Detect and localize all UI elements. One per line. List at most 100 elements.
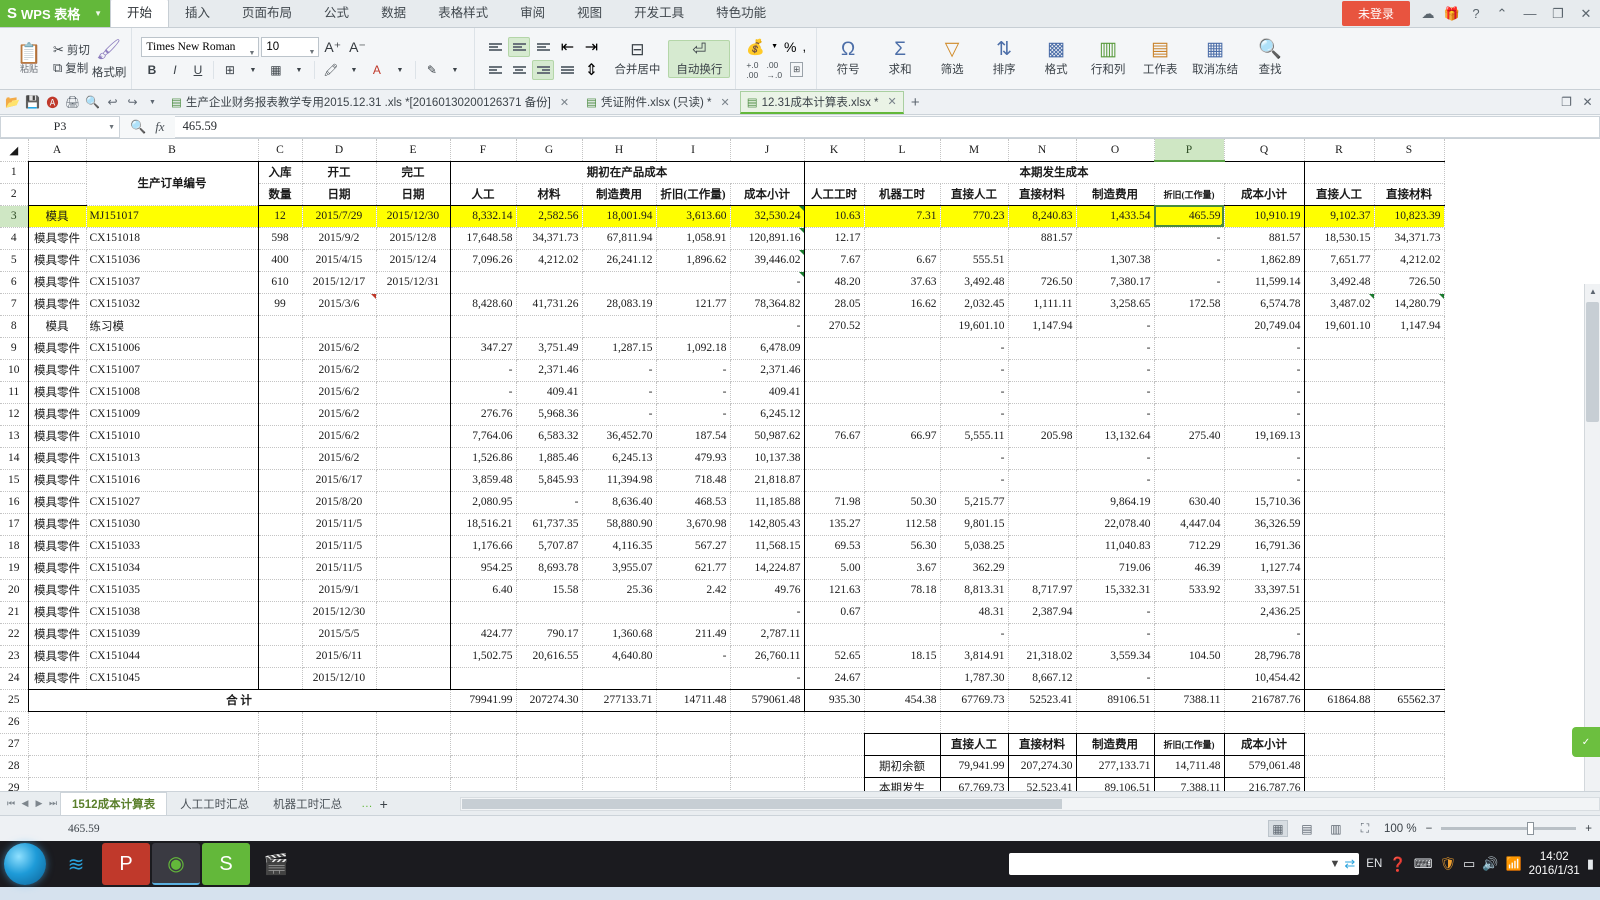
cell-R29[interactable] (1304, 777, 1375, 791)
cell-P6[interactable]: - (1154, 271, 1225, 294)
cell-C28[interactable] (258, 755, 303, 778)
highlight-icon[interactable]: ✎ (421, 60, 442, 80)
cell-G2[interactable]: 材料 (516, 183, 583, 206)
cell-C13[interactable] (258, 425, 303, 448)
summary-cell-1-3[interactable]: 7,388.11 (1153, 776, 1225, 791)
cell-C17[interactable] (258, 513, 303, 536)
cell-Q2[interactable]: 成本小计 (1224, 183, 1305, 206)
cell-F27[interactable] (450, 733, 517, 756)
cell-O6[interactable]: 7,380.17 (1076, 271, 1155, 294)
cell-J6[interactable]: - (730, 271, 805, 294)
cell-B21[interactable]: CX151038 (86, 601, 259, 624)
cell-I15[interactable]: 718.48 (656, 469, 731, 492)
cell-P17[interactable]: 4,447.04 (1154, 513, 1225, 536)
cell-B8[interactable]: 练习模 (86, 315, 259, 338)
cell-A26[interactable] (28, 711, 87, 734)
zoom-slider-knob[interactable] (1527, 822, 1535, 835)
menu-tab-features[interactable]: 特色功能 (700, 0, 782, 27)
cell-B20[interactable]: CX151035 (86, 579, 259, 602)
cell-H9[interactable]: 1,287.15 (582, 337, 657, 360)
cell-S23[interactable] (1374, 645, 1445, 668)
cell-K8[interactable]: 270.52 (804, 315, 865, 338)
table-row[interactable]: 9 模具零件 CX151006 2015/6/2 347.27 3,751.49 1,287… (0, 337, 1445, 360)
cell-N21[interactable]: 2,387.94 (1008, 601, 1077, 624)
cell-R8[interactable]: 19,601.10 (1304, 315, 1375, 338)
table-row[interactable]: 21 模具零件 CX151038 2015/12/30-0.67 48.31 2,387.… (0, 601, 1445, 624)
table-row[interactable]: 24 模具零件 CX151045 2015/12/10-24.67 1,787.30 8,… (0, 667, 1445, 690)
cell-B10[interactable]: CX151007 (86, 359, 259, 382)
cell-L19[interactable]: 3.67 (864, 557, 941, 580)
cell-L2[interactable]: 机器工时 (864, 183, 941, 206)
justify-button[interactable] (556, 60, 578, 80)
cell-O12[interactable]: - (1076, 403, 1155, 426)
cell-B18[interactable]: CX151033 (86, 535, 259, 558)
cell-P4[interactable]: - (1154, 227, 1225, 250)
summary-header-N[interactable]: 直接材料 (1007, 732, 1077, 756)
cell-P25[interactable]: 7388.11 (1154, 688, 1225, 712)
cell-I11[interactable]: - (656, 381, 731, 404)
cell-M24[interactable]: 1,787.30 (940, 667, 1009, 690)
prev-sheet-icon[interactable]: ◀ (18, 798, 32, 809)
cell-I5[interactable]: 1,896.62 (656, 249, 731, 272)
keyboard-icon[interactable]: ⌨ (1414, 856, 1433, 872)
cell-E7[interactable] (376, 293, 451, 316)
column-header-K[interactable]: K (804, 139, 865, 162)
cell-G10[interactable]: 2,371.46 (516, 359, 583, 382)
cell-M16[interactable]: 5,215.77 (940, 491, 1009, 514)
chevron-down-icon[interactable]: ▼ (288, 60, 309, 80)
cell-A27[interactable] (28, 733, 87, 756)
cell-D13[interactable]: 2015/6/2 (302, 425, 377, 448)
paste-button[interactable]: 📋 粘贴 (7, 43, 51, 75)
cell-A23[interactable]: 模具零件 (27, 645, 87, 668)
cell-Q12[interactable]: - (1224, 403, 1305, 426)
login-button[interactable]: 未登录 (1341, 1, 1410, 26)
close-icon[interactable]: ✕ (560, 96, 569, 109)
cell-H17[interactable]: 58,880.90 (582, 513, 657, 536)
cell-A22[interactable]: 模具零件 (27, 623, 87, 646)
cell-B9[interactable]: CX151006 (86, 337, 259, 360)
cell-Q15[interactable]: - (1224, 469, 1305, 492)
font-size-input[interactable]: 10 ▼ (261, 37, 320, 57)
cell-R4[interactable]: 18,530.15 (1304, 227, 1375, 250)
cell-I12[interactable]: - (656, 403, 731, 426)
cell-H6[interactable] (582, 271, 657, 294)
cell-D3[interactable]: 2015/7/29 (302, 205, 377, 228)
cell-B17[interactable]: CX151030 (86, 513, 259, 536)
cell-K12[interactable] (804, 403, 865, 426)
cell-O9[interactable]: - (1076, 337, 1155, 360)
cell-S18[interactable] (1374, 535, 1445, 558)
cell-J17[interactable]: 142,805.43 (730, 513, 805, 536)
shield-icon[interactable]: 🛡 (1439, 856, 1456, 872)
cell-C8[interactable] (258, 315, 303, 338)
cell-P8[interactable] (1154, 315, 1225, 338)
cell-R10[interactable] (1304, 359, 1375, 382)
cell-I3[interactable]: 3,613.60 (656, 205, 731, 228)
cell-H8[interactable] (582, 315, 657, 338)
cell-E21[interactable] (376, 601, 451, 624)
cell-D16[interactable]: 2015/8/20 (302, 491, 377, 514)
cell-P18[interactable]: 712.29 (1154, 535, 1225, 558)
cell-F19[interactable]: 954.25 (450, 557, 517, 580)
group-header-extra[interactable] (1303, 160, 1445, 184)
column-header-P[interactable]: P (1154, 139, 1225, 162)
name-box[interactable]: P3 ▼ (0, 115, 120, 138)
chevron-down-icon[interactable]: ▼ (308, 44, 315, 62)
unfreeze-panes-button[interactable]: ▦ 取消冻结 (1186, 40, 1244, 77)
cell-P16[interactable]: 630.40 (1154, 491, 1225, 514)
cell-C10[interactable] (258, 359, 303, 382)
cell-N24[interactable]: 8,667.12 (1008, 667, 1077, 690)
fill-color-icon[interactable]: 🖍 (320, 60, 341, 80)
cell-L10[interactable] (864, 359, 941, 382)
cell-L3[interactable]: 7.31 (864, 205, 941, 228)
taskbar-app-wps-spreadsheet-icon[interactable]: S (202, 843, 250, 885)
cell-J20[interactable]: 49.76 (730, 579, 805, 602)
cell-R12[interactable] (1304, 403, 1375, 426)
column-header-E[interactable]: E (376, 139, 451, 162)
restore-icon[interactable]: ❐ (1544, 6, 1572, 22)
cell-H2[interactable]: 制造费用 (582, 183, 657, 206)
cell-Q4[interactable]: 881.57 (1224, 227, 1305, 250)
cell-S25[interactable]: 65562.37 (1374, 688, 1445, 712)
cell-K5[interactable]: 7.67 (804, 249, 865, 272)
cell-O23[interactable]: 3,559.34 (1076, 645, 1155, 668)
cell-M20[interactable]: 8,813.31 (940, 579, 1009, 602)
